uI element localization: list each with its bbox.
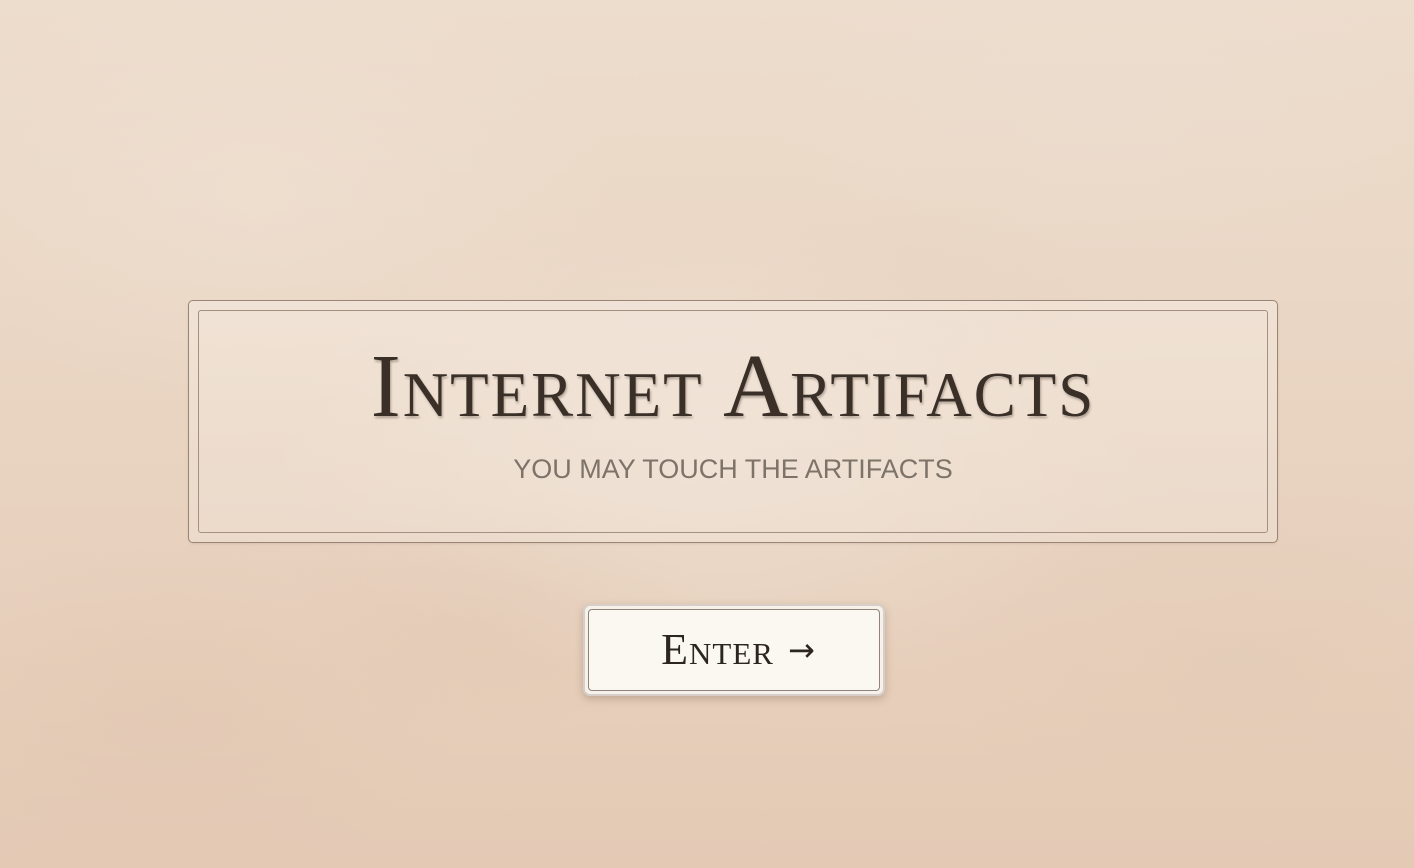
enter-button-inner[interactable]: Enter →	[588, 609, 880, 691]
enter-button-label: Enter	[661, 625, 774, 674]
enter-button[interactable]: Enter →	[583, 604, 885, 696]
right-arrow-icon: →	[788, 631, 815, 669]
page-subtitle: YOU MAY TOUCH THE ARTIFACTS	[513, 454, 953, 484]
title-plaque: Internet Artifacts YOU MAY TOUCH THE ART…	[188, 300, 1278, 543]
page-title: Internet Artifacts	[370, 337, 1096, 436]
